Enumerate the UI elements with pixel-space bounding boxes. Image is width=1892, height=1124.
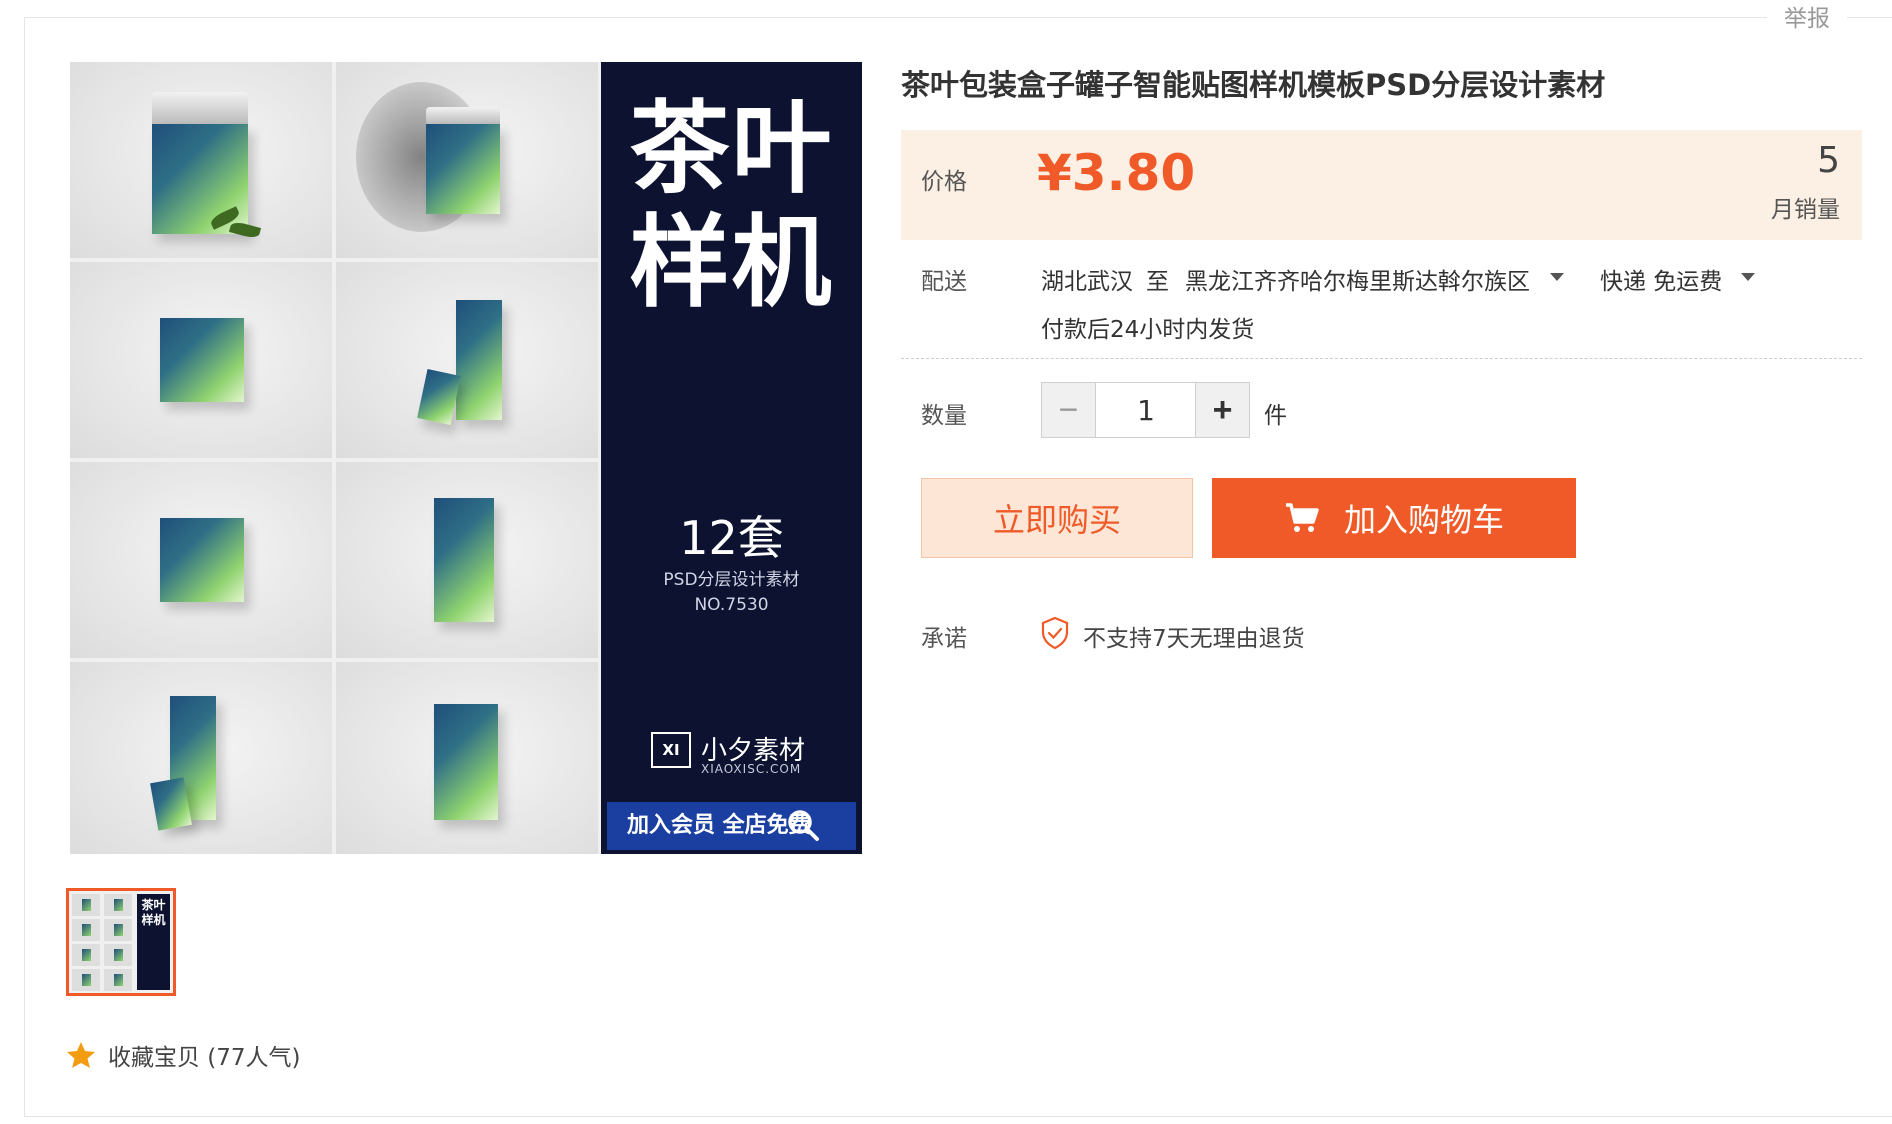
buy-now-button[interactable]: 立即购买 — [921, 478, 1193, 558]
mockup-pouch-cell — [70, 262, 332, 458]
shipping-label: 配送 — [921, 269, 967, 295]
thumbnail-cell — [72, 919, 100, 941]
banner-title: 茶叶 样机 — [601, 92, 862, 320]
thumbnail-cell — [72, 894, 100, 916]
can-lid — [152, 92, 248, 126]
thumbnail-grid — [72, 894, 134, 991]
thumbnail-title-line2: 样机 — [141, 913, 166, 927]
quantity-label: 数量 — [921, 403, 967, 429]
thumbnail-title-line1: 茶叶 — [141, 898, 166, 912]
box — [434, 704, 498, 820]
promise-label: 承诺 — [921, 626, 967, 652]
quantity-decrement-button[interactable]: − — [1042, 383, 1096, 437]
price-value: ¥3.80 — [1037, 144, 1196, 202]
shield-check-icon — [1041, 616, 1069, 650]
mockup-tall-box-cell — [336, 462, 598, 658]
sachet — [417, 369, 461, 425]
quantity-input[interactable] — [1097, 383, 1195, 437]
magnifier-icon[interactable] — [786, 808, 820, 842]
mockup-cube-box-cell — [336, 662, 598, 854]
quantity-unit: 件 — [1264, 403, 1287, 429]
shipping-method-selector[interactable]: 快递 免运费 — [1600, 262, 1722, 296]
brand-logo: XI — [651, 732, 691, 768]
star-icon — [67, 1042, 95, 1068]
quantity-increment-button[interactable]: + — [1195, 383, 1249, 437]
ship-to-connector: 至 — [1146, 269, 1169, 295]
thumbnail-cell — [104, 919, 132, 941]
quantity-stepper: − + — [1041, 382, 1250, 438]
report-link[interactable]: 举报 — [1767, 4, 1847, 34]
thumbnail-banner: 茶叶 样机 — [137, 894, 170, 990]
pouch — [160, 318, 244, 402]
monthly-sales-count: 5 — [1817, 140, 1840, 181]
banner-number: NO.7530 — [694, 595, 769, 615]
banner-count: 12套 — [679, 511, 784, 565]
product-banner: 茶叶 样机 12套 PSD分层设计素材 NO.7530 XI 小夕素材 XIAO… — [601, 62, 862, 854]
add-to-cart-button[interactable]: 加入购物车 — [1212, 478, 1576, 558]
tall-box — [434, 498, 494, 622]
can-lid — [426, 107, 500, 125]
mockup-shadow-can-cell — [336, 62, 598, 258]
tall-box — [456, 300, 502, 420]
price-panel: 价格 ¥3.80 5 月销量 — [901, 130, 1862, 240]
thumbnail-cell — [104, 894, 132, 916]
banner-title-line2: 样机 — [629, 204, 834, 321]
shipping-method-chevron-down-icon[interactable] — [1741, 273, 1755, 281]
mockup-pouch-cell-2 — [70, 462, 332, 658]
thumbnail-cell — [72, 944, 100, 966]
pouch — [160, 518, 244, 602]
promise-text: 不支持7天无理由退货 — [1083, 626, 1305, 652]
cart-icon — [1285, 503, 1319, 532]
banner-subtitle: PSD分层设计素材 — [663, 570, 800, 590]
price-label: 价格 — [921, 169, 967, 195]
banner-title-line1: 茶叶 — [629, 90, 834, 207]
ship-from: 湖北武汉 — [1041, 269, 1133, 295]
buy-now-label: 立即购买 — [992, 501, 1121, 539]
brand-url: XIAOXISC.COM — [701, 762, 802, 776]
can-body — [426, 124, 500, 214]
favorite-button[interactable]: 收藏宝贝 (77人气) — [66, 1040, 301, 1071]
thumbnail-cell — [104, 944, 132, 966]
favorite-label: 收藏宝贝 (77人气) — [108, 1045, 301, 1071]
main-product-image[interactable]: 茶叶 样机 12套 PSD分层设计素材 NO.7530 XI 小夕素材 XIAO… — [70, 62, 862, 854]
thumbnail-cell — [72, 969, 100, 991]
monthly-sales-label: 月销量 — [1771, 197, 1840, 223]
tea-leaf — [228, 220, 262, 240]
mockup-box-set-cell — [70, 662, 332, 854]
product-title: 茶叶包装盒子罐子智能贴图样机模板PSD分层设计素材 — [901, 68, 1606, 102]
add-to-cart-label: 加入购物车 — [1343, 501, 1504, 539]
shipping-note: 付款后24小时内发货 — [1041, 317, 1255, 343]
destination-chevron-down-icon[interactable] — [1550, 273, 1564, 281]
mockup-box-and-sachet-cell — [336, 262, 598, 458]
thumbnail-cell — [104, 969, 132, 991]
thumbnail-selected[interactable]: 茶叶 样机 — [66, 888, 176, 996]
destination-selector[interactable]: 黑龙江齐齐哈尔梅里斯达斡尔族区 — [1185, 262, 1530, 296]
section-divider — [901, 358, 1862, 359]
mockup-can-cell — [70, 62, 332, 258]
